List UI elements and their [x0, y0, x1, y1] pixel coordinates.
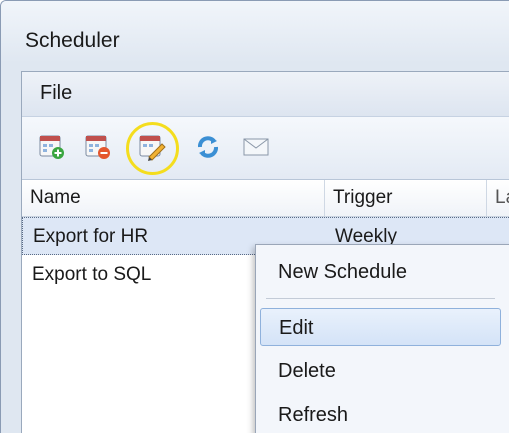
email-icon[interactable]	[242, 133, 270, 161]
menu-file[interactable]: File	[40, 82, 72, 105]
row-name: Export for HR	[33, 226, 149, 247]
grid-header: Name Trigger La	[22, 180, 509, 217]
toolbar	[22, 117, 509, 180]
scheduler-window: Scheduler File Name Trigger L Export for…	[0, 0, 509, 433]
menu-item-edit[interactable]: Edit	[260, 308, 501, 346]
menu-item-delete[interactable]: Delete	[260, 352, 501, 390]
title-bar[interactable]: Scheduler	[1, 1, 509, 63]
window-title: Scheduler	[25, 29, 120, 52]
menu-bar: File	[22, 72, 509, 117]
column-header-name[interactable]: Name	[22, 180, 325, 216]
menu-separator	[266, 298, 495, 299]
calendar-remove-icon[interactable]	[84, 133, 112, 161]
calendar-add-icon[interactable]	[38, 133, 66, 161]
column-header-last[interactable]: La	[487, 180, 509, 216]
calendar-edit-icon[interactable]	[138, 133, 166, 161]
column-header-trigger[interactable]: Trigger	[325, 180, 487, 216]
row-name: Export to SQL	[32, 264, 152, 285]
menu-item-new-schedule[interactable]: New Schedule	[260, 253, 501, 291]
refresh-icon[interactable]	[194, 133, 222, 161]
menu-item-refresh[interactable]: Refresh	[260, 396, 501, 433]
context-menu: New Schedule Edit Delete Refresh	[255, 244, 509, 433]
